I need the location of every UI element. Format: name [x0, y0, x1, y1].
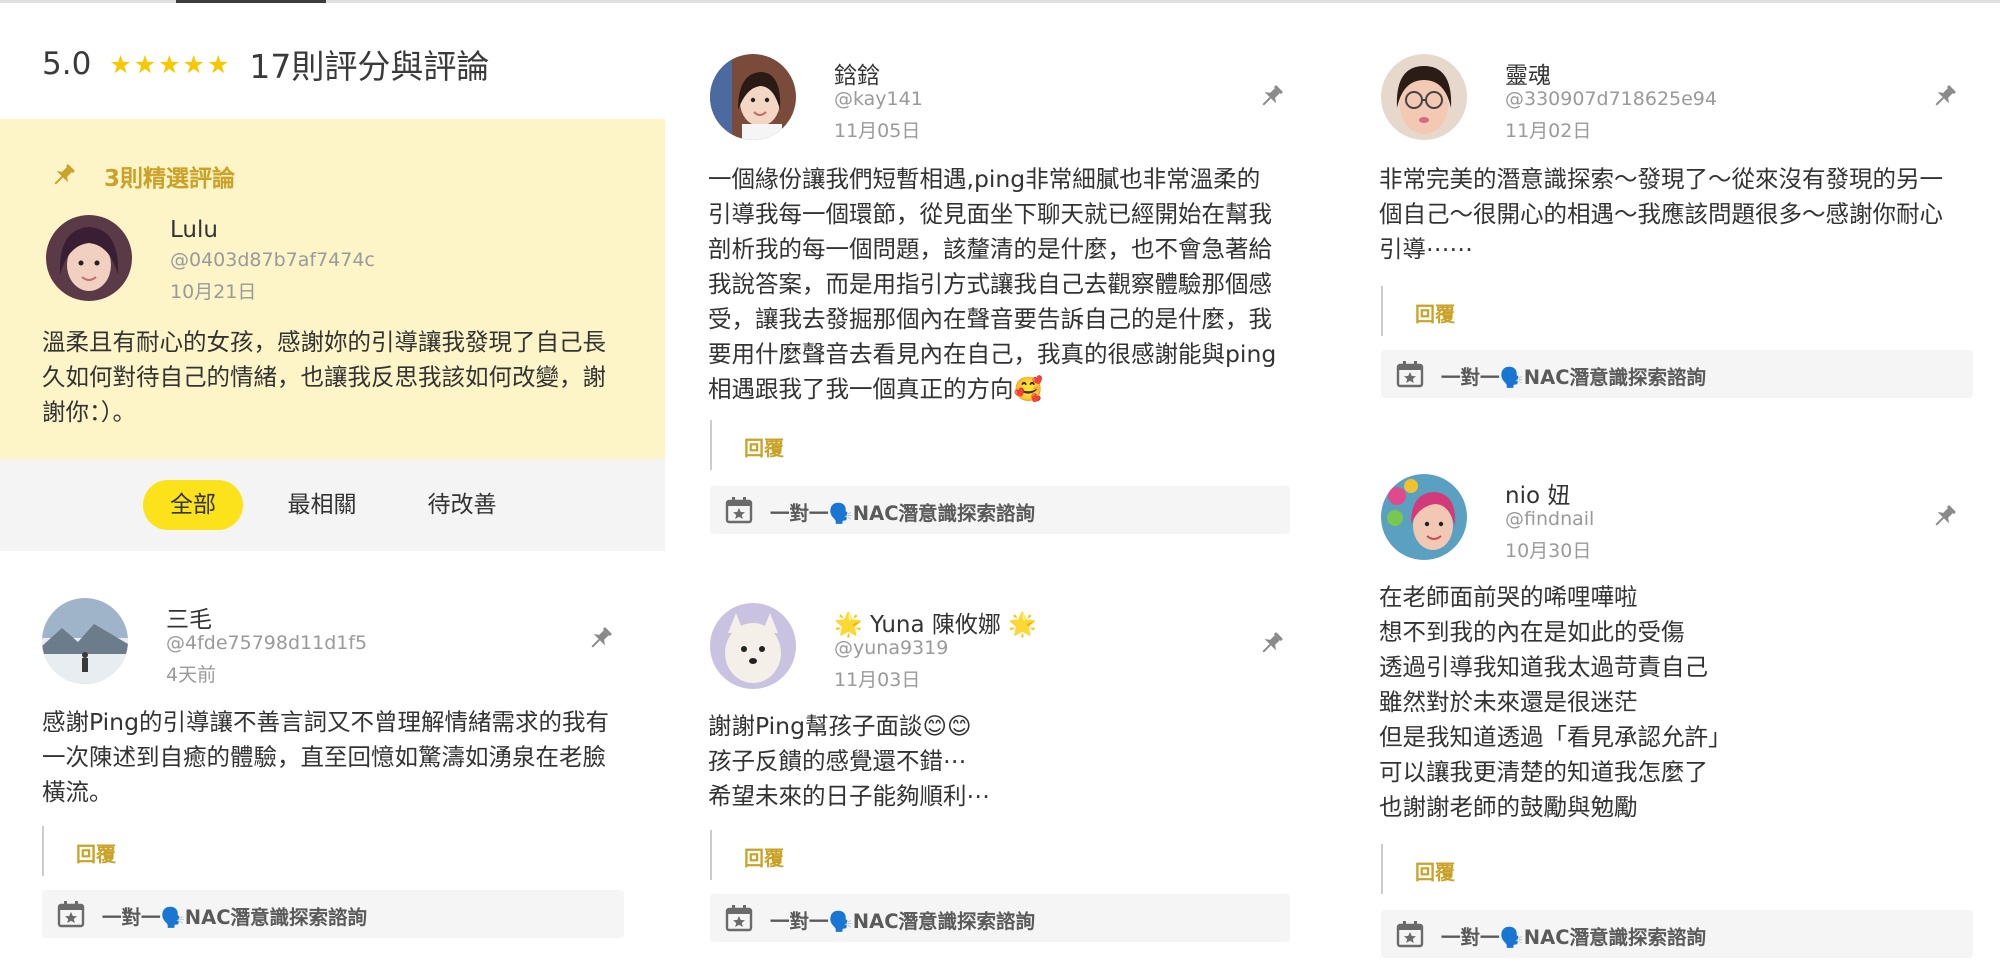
filter-chip-improve[interactable]: 待改善 [410, 480, 514, 530]
top-divider [1333, 0, 2000, 3]
featured-reviews-panel: 3則精選評論 Lulu @0403d87b7af7474c 10月21日 溫柔且… [0, 119, 665, 459]
calendar-icon [1395, 919, 1425, 949]
avatar[interactable] [1381, 474, 1467, 560]
review-text: 非常完美的潛意識探索～發現了～從來沒有發現的另一 個自己～很開心的相遇～我應該問… [1379, 165, 1943, 263]
filter-chip-label: 最相關 [287, 492, 357, 518]
review-text: 在老師面前哭的唏哩嘩啦 想不到我的內在是如此的受傷 透過引導我知道我太過苛責自己… [1379, 583, 1732, 821]
review-date: 11月03日 [834, 669, 921, 691]
tab-underline-track [0, 0, 665, 3]
reply-section: 回覆 [710, 830, 1290, 880]
review-date: 11月05日 [834, 120, 921, 142]
reply-section: 回覆 [1381, 844, 1971, 894]
reviewer-name[interactable]: nio 妞 [1505, 476, 1570, 510]
review-text: 一個緣份讓我們短暫相遇,ping非常細膩也非常溫柔的 引導我每一個環節，從見面坐… [708, 165, 1277, 403]
service-tag[interactable]: 一對一🗣️NAC潛意識探索諮詢 [1381, 910, 1973, 958]
reviewer-name[interactable]: 三毛 [166, 600, 212, 634]
review-filter-bar: 全部 最相關 待改善 [0, 459, 665, 551]
rating-count: 17則評分與評論 [249, 47, 490, 86]
reviewer-name[interactable]: 靈魂 [1505, 56, 1551, 90]
rating-summary: 5.0 ★★★★★ 17則評分與評論 [42, 40, 489, 88]
service-tag[interactable]: 一對一🗣️NAC潛意識探索諮詢 [710, 894, 1290, 942]
reply-section: 回覆 [42, 826, 622, 876]
review-card-nio: nio 妞 @findnail 10月30日 在老師面前哭的唏哩嘩啦 想不到我的… [1379, 474, 1973, 958]
reply-button[interactable]: 回覆 [1415, 856, 1455, 885]
reply-section: 回覆 [1381, 286, 1971, 336]
review-date: 10月21日 [170, 281, 257, 303]
reviews-column-3: 靈魂 @330907d718625e94 11月02日 非常完美的潛意識探索～發… [1333, 0, 2000, 966]
rating-stars: ★★★★★ [109, 49, 232, 79]
service-tag[interactable]: 一對一🗣️NAC潛意識探索諮詢 [1381, 350, 1973, 398]
reviewer-handle: @330907d718625e94 [1505, 88, 1717, 110]
avatar[interactable] [46, 215, 132, 301]
review-text: 溫柔且有耐心的女孩，感謝妳的引導讓我發現了自己長 久如何對待自己的情緒，也讓我反… [42, 328, 606, 426]
reviewer-handle: @4fde75798d11d1f5 [166, 632, 368, 654]
reviewer-name[interactable]: 鋡鋡 [834, 56, 880, 90]
review-card-linghun: 靈魂 @330907d718625e94 11月02日 非常完美的潛意識探索～發… [1379, 54, 1973, 404]
reply-section: 回覆 [710, 420, 1290, 470]
review-card-sanmao: 三毛 @4fde75798d11d1f5 4天前 感謝Ping的引導讓不善言詞又… [42, 598, 627, 943]
filter-chip-label: 待改善 [427, 492, 497, 518]
review-card-yuna: 🌟 Yuna 陳攸娜 🌟 @yuna9319 11月03日 謝謝Ping幫孩子面… [708, 603, 1295, 943]
pin-icon[interactable] [1929, 502, 1959, 532]
calendar-icon [724, 495, 754, 525]
pin-icon[interactable] [585, 624, 615, 654]
pin-icon[interactable] [1256, 629, 1286, 659]
reviewer-name[interactable]: 🌟 Yuna 陳攸娜 🌟 [834, 605, 1037, 639]
pin-icon[interactable] [1929, 82, 1959, 112]
reviews-column-2: 鋡鋡 @kay141 11月05日 一個緣份讓我們短暫相遇,ping非常細膩也非… [665, 0, 1333, 966]
filter-chip-all[interactable]: 全部 [143, 480, 243, 530]
service-tag[interactable]: 一對一🗣️NAC潛意識探索諮詢 [42, 890, 624, 938]
reviewer-handle: @yuna9319 [834, 637, 949, 659]
avatar[interactable] [42, 598, 128, 684]
featured-title: 3則精選評論 [104, 166, 236, 192]
review-date: 4天前 [166, 664, 217, 686]
review-text: 謝謝Ping幫孩子面談😊😊 孩子反饋的感覺還不錯⋯ 希望未來的日子能夠順利⋯ [708, 712, 990, 810]
reply-button[interactable]: 回覆 [1415, 298, 1455, 327]
pin-icon[interactable] [1256, 82, 1286, 112]
review-date: 11月02日 [1505, 120, 1592, 142]
reviews-column-1: 5.0 ★★★★★ 17則評分與評論 3則精選評論 Lulu @0403d87b… [0, 0, 665, 966]
service-tag[interactable]: 一對一🗣️NAC潛意識探索諮詢 [710, 486, 1290, 534]
review-card-lulu: Lulu @0403d87b7af7474c 10月21日 溫柔且有耐心的女孩，… [42, 215, 626, 445]
reply-button[interactable]: 回覆 [744, 842, 784, 871]
tab-underline-active [176, 0, 326, 3]
featured-header: 3則精選評論 [48, 159, 235, 193]
reviewer-handle: @0403d87b7af7474c [170, 249, 375, 271]
service-label: 一對一🗣️NAC潛意識探索諮詢 [1441, 366, 1707, 389]
avatar[interactable] [1381, 54, 1467, 140]
avatar[interactable] [710, 54, 796, 140]
filter-chip-relevant[interactable]: 最相關 [270, 480, 374, 530]
service-label: 一對一🗣️NAC潛意識探索諮詢 [1441, 926, 1707, 949]
review-date: 10月30日 [1505, 540, 1592, 562]
reviewer-handle: @kay141 [834, 88, 923, 110]
calendar-icon [56, 899, 86, 929]
reply-button[interactable]: 回覆 [76, 838, 116, 867]
pin-icon [48, 161, 78, 191]
top-divider [665, 0, 1333, 3]
rating-score: 5.0 [42, 46, 92, 82]
reply-button[interactable]: 回覆 [744, 432, 784, 461]
calendar-icon [724, 903, 754, 933]
review-text: 感謝Ping的引導讓不善言詞又不曾理解情緒需求的我有 一次陳述到自癒的體驗，直至… [42, 708, 609, 806]
review-card-qinqin: 鋡鋡 @kay141 11月05日 一個緣份讓我們短暫相遇,ping非常細膩也非… [708, 54, 1295, 534]
calendar-icon [1395, 359, 1425, 389]
service-label: 一對一🗣️NAC潛意識探索諮詢 [770, 910, 1036, 933]
reviewer-name[interactable]: Lulu [170, 217, 218, 243]
filter-chip-label: 全部 [170, 492, 216, 518]
reviewer-handle: @findnail [1505, 508, 1595, 530]
avatar[interactable] [710, 603, 796, 689]
service-label: 一對一🗣️NAC潛意識探索諮詢 [102, 906, 368, 929]
service-label: 一對一🗣️NAC潛意識探索諮詢 [770, 502, 1036, 525]
